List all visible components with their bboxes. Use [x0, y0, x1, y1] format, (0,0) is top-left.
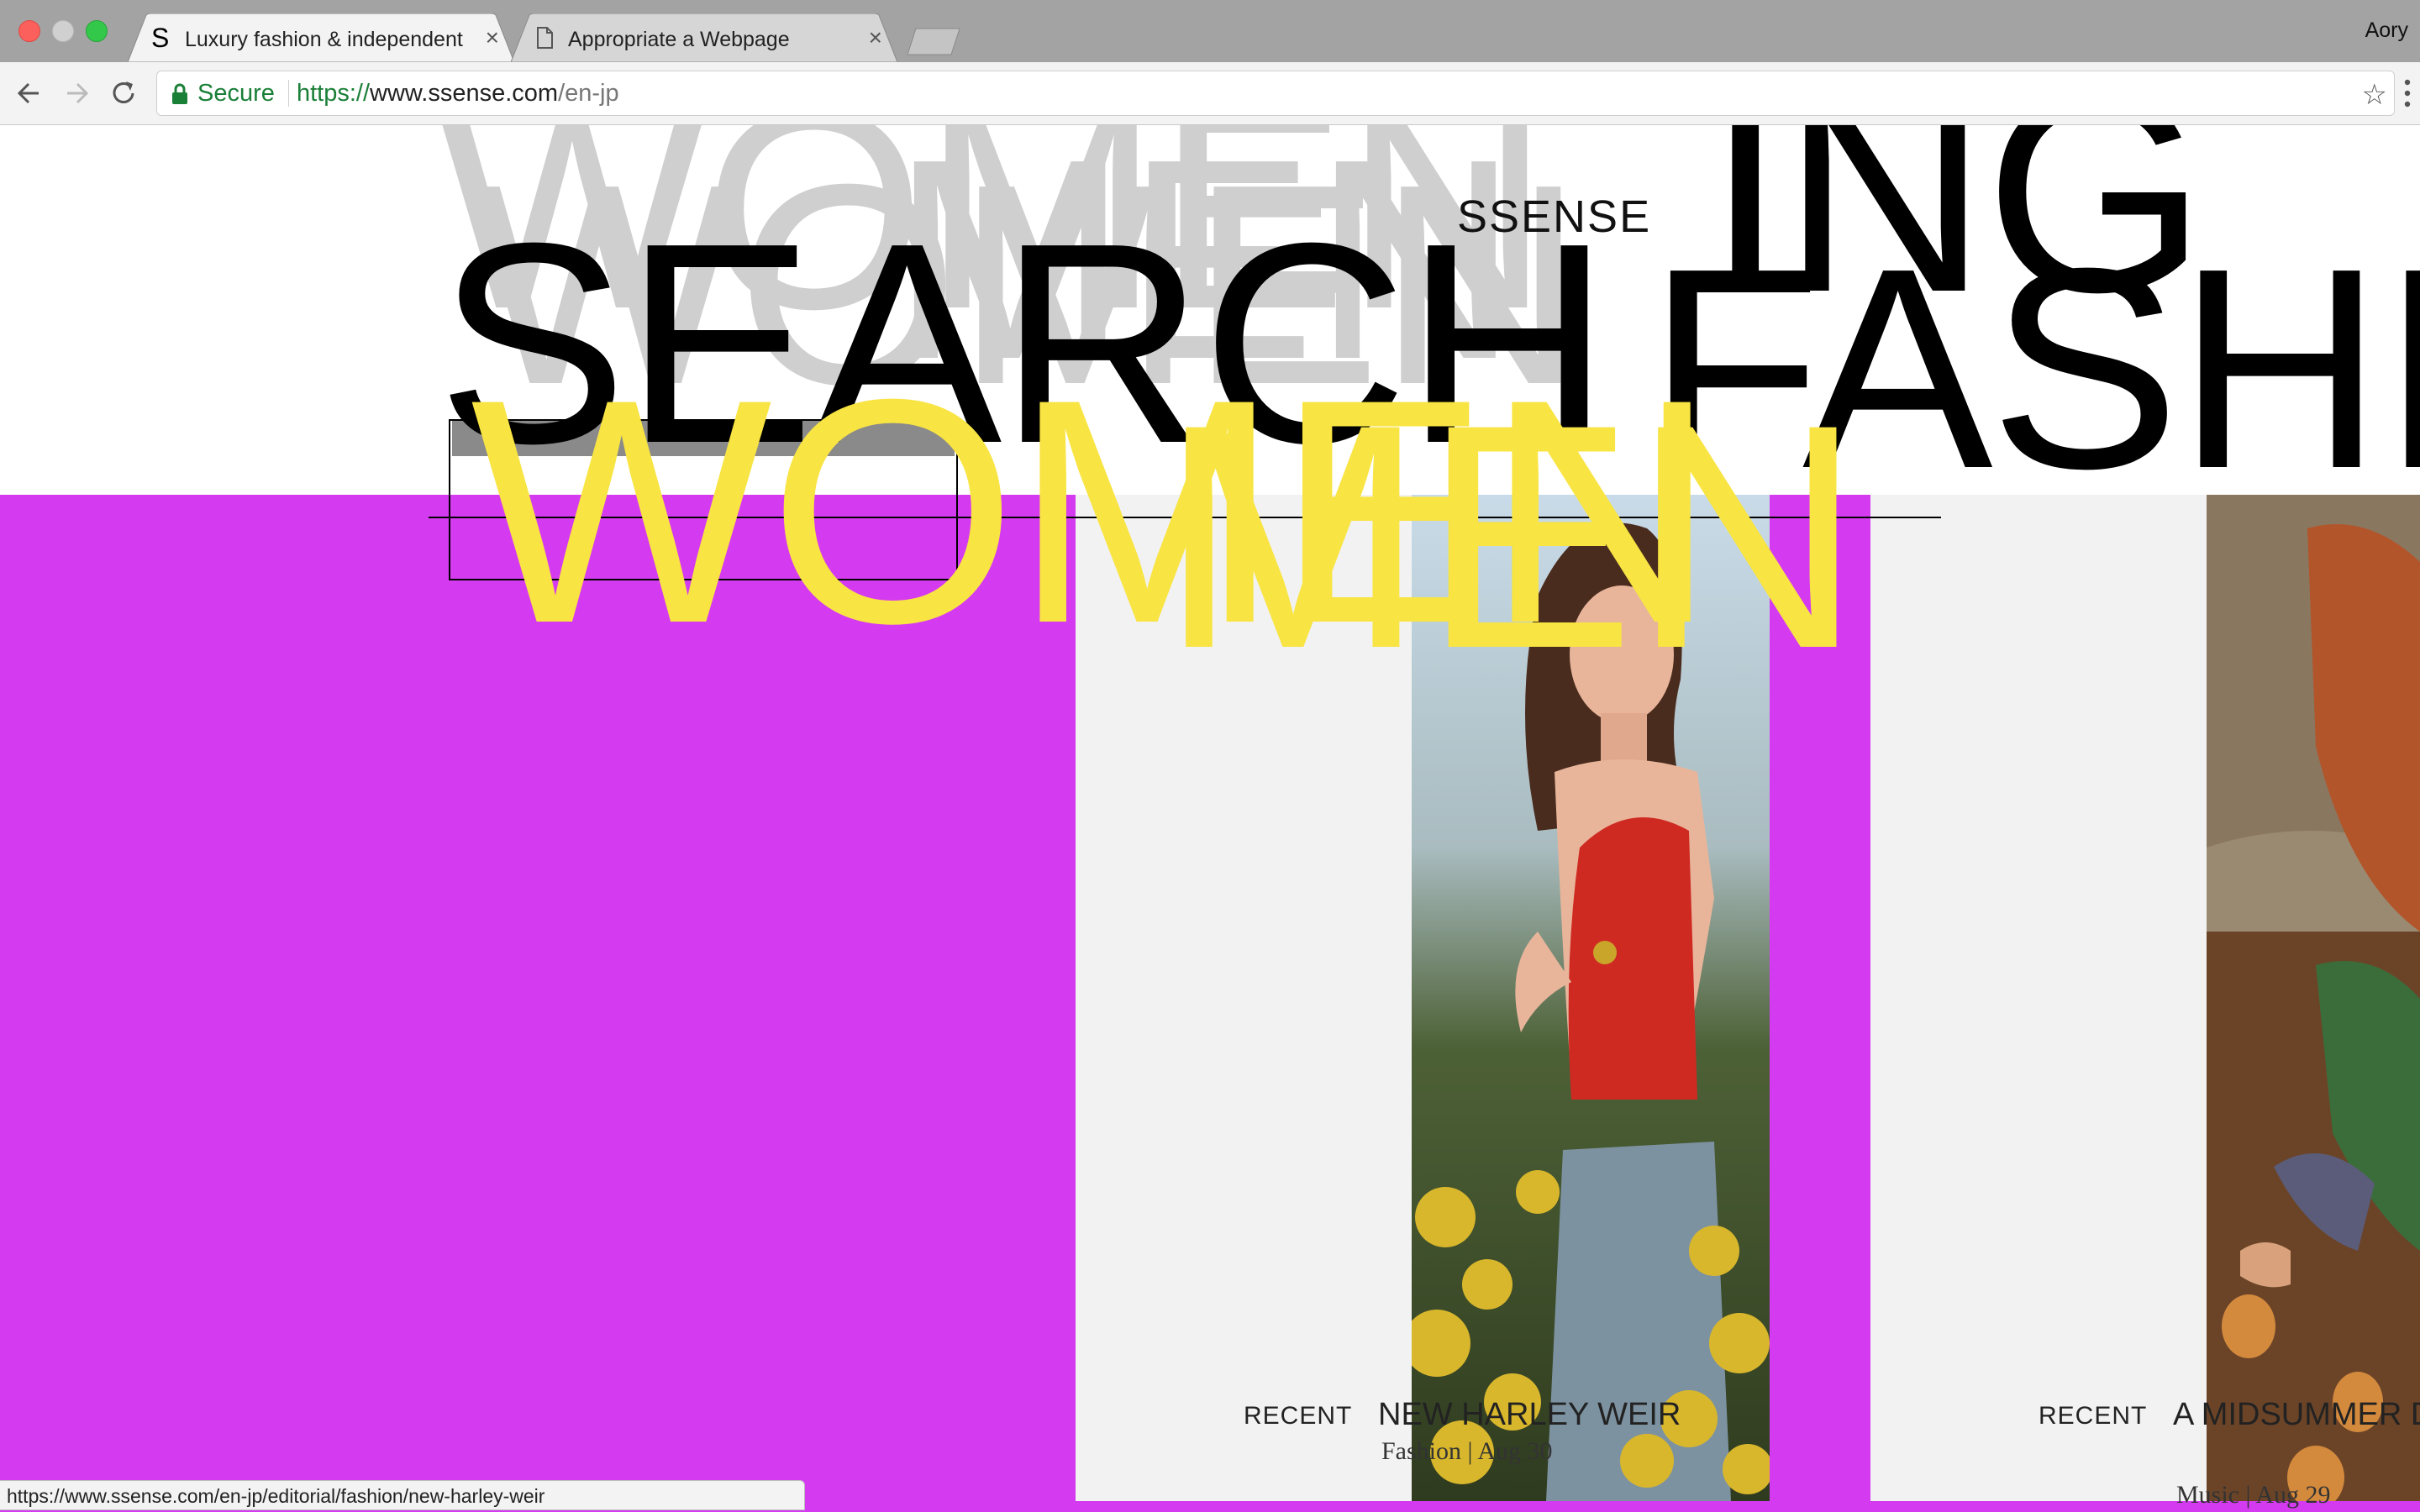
card-meta: Music | Aug 29 — [2176, 1481, 2331, 1509]
card-title[interactable]: A MIDSUMMER DREAM WET — [2173, 1394, 2420, 1436]
editorial-photo-midsummer[interactable] — [2207, 495, 2420, 1501]
page-viewport: WOMEN WOMEN MEN SSENSE SEARCH ING FASHIO… — [0, 125, 2420, 1512]
status-bar-url: https://www.ssense.com/en-jp/editorial/f… — [0, 1480, 805, 1510]
card-tag: RECENT — [1244, 1402, 1353, 1430]
close-tab-icon[interactable]: × — [869, 25, 882, 50]
address-bar[interactable]: Secure https://www.ssense.com/en-jp ☆ — [156, 71, 2395, 116]
profile-name[interactable]: Aory — [2365, 18, 2408, 43]
reload-icon[interactable] — [108, 77, 139, 109]
ssense-favicon-icon: S — [151, 23, 170, 53]
toolbar: Secure https://www.ssense.com/en-jp ☆ — [0, 62, 2420, 125]
url-host: www.ssense.com — [370, 80, 559, 107]
tab-strip: S Luxury fashion & independent × Appropr… — [0, 0, 2420, 62]
url-path: /en-jp — [558, 80, 619, 107]
card-category[interactable]: Music — [2176, 1481, 2239, 1509]
bookmark-star-icon[interactable]: ☆ — [2362, 78, 2387, 112]
close-tab-icon[interactable]: × — [486, 25, 499, 50]
card-date: Aug 30 — [1477, 1437, 1553, 1465]
tab-title: Appropriate a Webpage — [568, 28, 790, 51]
tab-ssense[interactable]: S Luxury fashion & independent × — [128, 13, 514, 62]
zoom-window-button[interactable] — [86, 20, 108, 42]
page-icon — [537, 27, 553, 49]
tab-appropriate[interactable]: Appropriate a Webpage × — [511, 13, 897, 62]
card-title[interactable]: NEW HARLEY WEIR — [1378, 1394, 1849, 1436]
browser-menu-icon[interactable] — [2403, 77, 2412, 109]
forward-icon[interactable] — [60, 77, 92, 109]
omnibox-divider — [288, 80, 289, 107]
card-tag: RECENT — [2039, 1402, 2148, 1430]
close-window-button[interactable] — [18, 20, 40, 42]
back-icon[interactable] — [13, 77, 45, 109]
card-date: Aug 29 — [2255, 1481, 2331, 1509]
new-tab-button[interactable] — [906, 27, 961, 55]
card-category[interactable]: Fashion — [1381, 1437, 1461, 1465]
overlay-word-yellow: MEN — [1160, 358, 1862, 715]
card-meta: Fashion | Aug 30 — [1381, 1437, 1553, 1465]
lock-icon — [172, 83, 187, 104]
minimize-window-button[interactable] — [52, 20, 74, 42]
secure-label: Secure — [197, 80, 275, 107]
photo-woman-pears — [2207, 495, 2420, 1501]
tab-title: Luxury fashion & independent — [185, 28, 463, 51]
url-scheme: https:// — [297, 80, 371, 107]
url-text: https://www.ssense.com/en-jp — [297, 80, 619, 108]
